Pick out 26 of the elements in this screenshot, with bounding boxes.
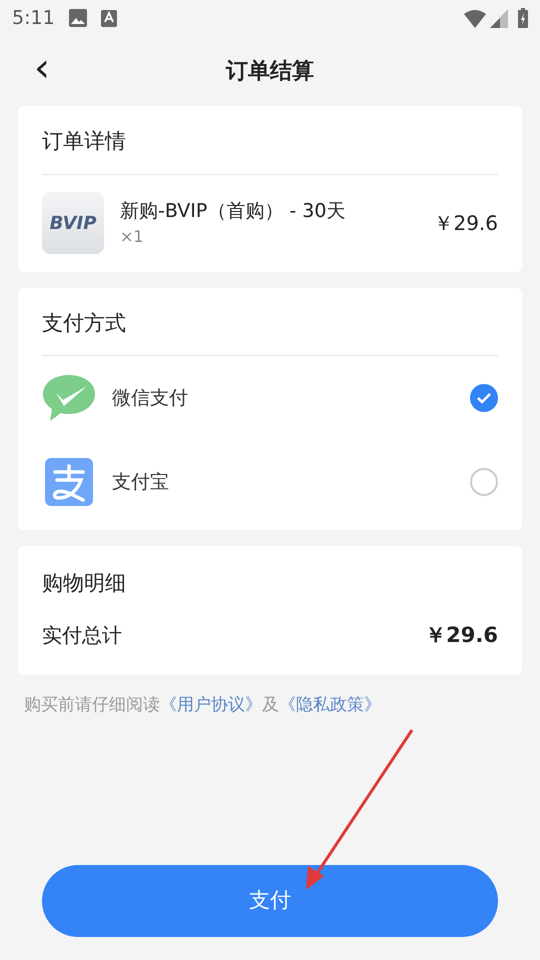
agreement-text: 购买前请仔细阅读《用户协议》及《隐私政策》 <box>24 694 382 717</box>
radio-button[interactable] <box>470 468 498 496</box>
pay-button[interactable]: 支付 <box>42 865 498 937</box>
text-notification-icon <box>100 10 117 26</box>
section-heading: 订单详情 <box>42 106 498 174</box>
section-heading: 购物明细 <box>42 570 127 597</box>
chat-bubble-check-icon <box>42 374 96 422</box>
check-icon <box>477 392 491 404</box>
section-heading: 支付方式 <box>42 288 498 356</box>
image-notification-icon <box>68 9 87 27</box>
status-time: 5:11 <box>12 6 55 31</box>
total-amount: ￥29.6 <box>425 622 498 648</box>
payment-method-label[interactable]: 微信支付 <box>112 384 454 412</box>
total-label: 实付总计 <box>42 622 122 650</box>
product-quantity: ×1 <box>120 226 145 248</box>
product-name: 新购-BVIP（首购） - 30天 <box>120 198 346 224</box>
product-logo: BVIP <box>42 192 104 254</box>
battery-icon <box>518 8 528 28</box>
back-button[interactable]: ‹ <box>28 48 56 88</box>
page-title: 订单结算 <box>226 58 314 86</box>
signal-icon <box>490 8 508 28</box>
radio-button[interactable] <box>470 384 498 412</box>
payment-method-label[interactable]: 支付宝 <box>112 468 454 496</box>
wifi-icon <box>464 8 486 28</box>
payment-app-icon <box>45 458 93 506</box>
product-price: ￥29.6 <box>433 210 498 237</box>
